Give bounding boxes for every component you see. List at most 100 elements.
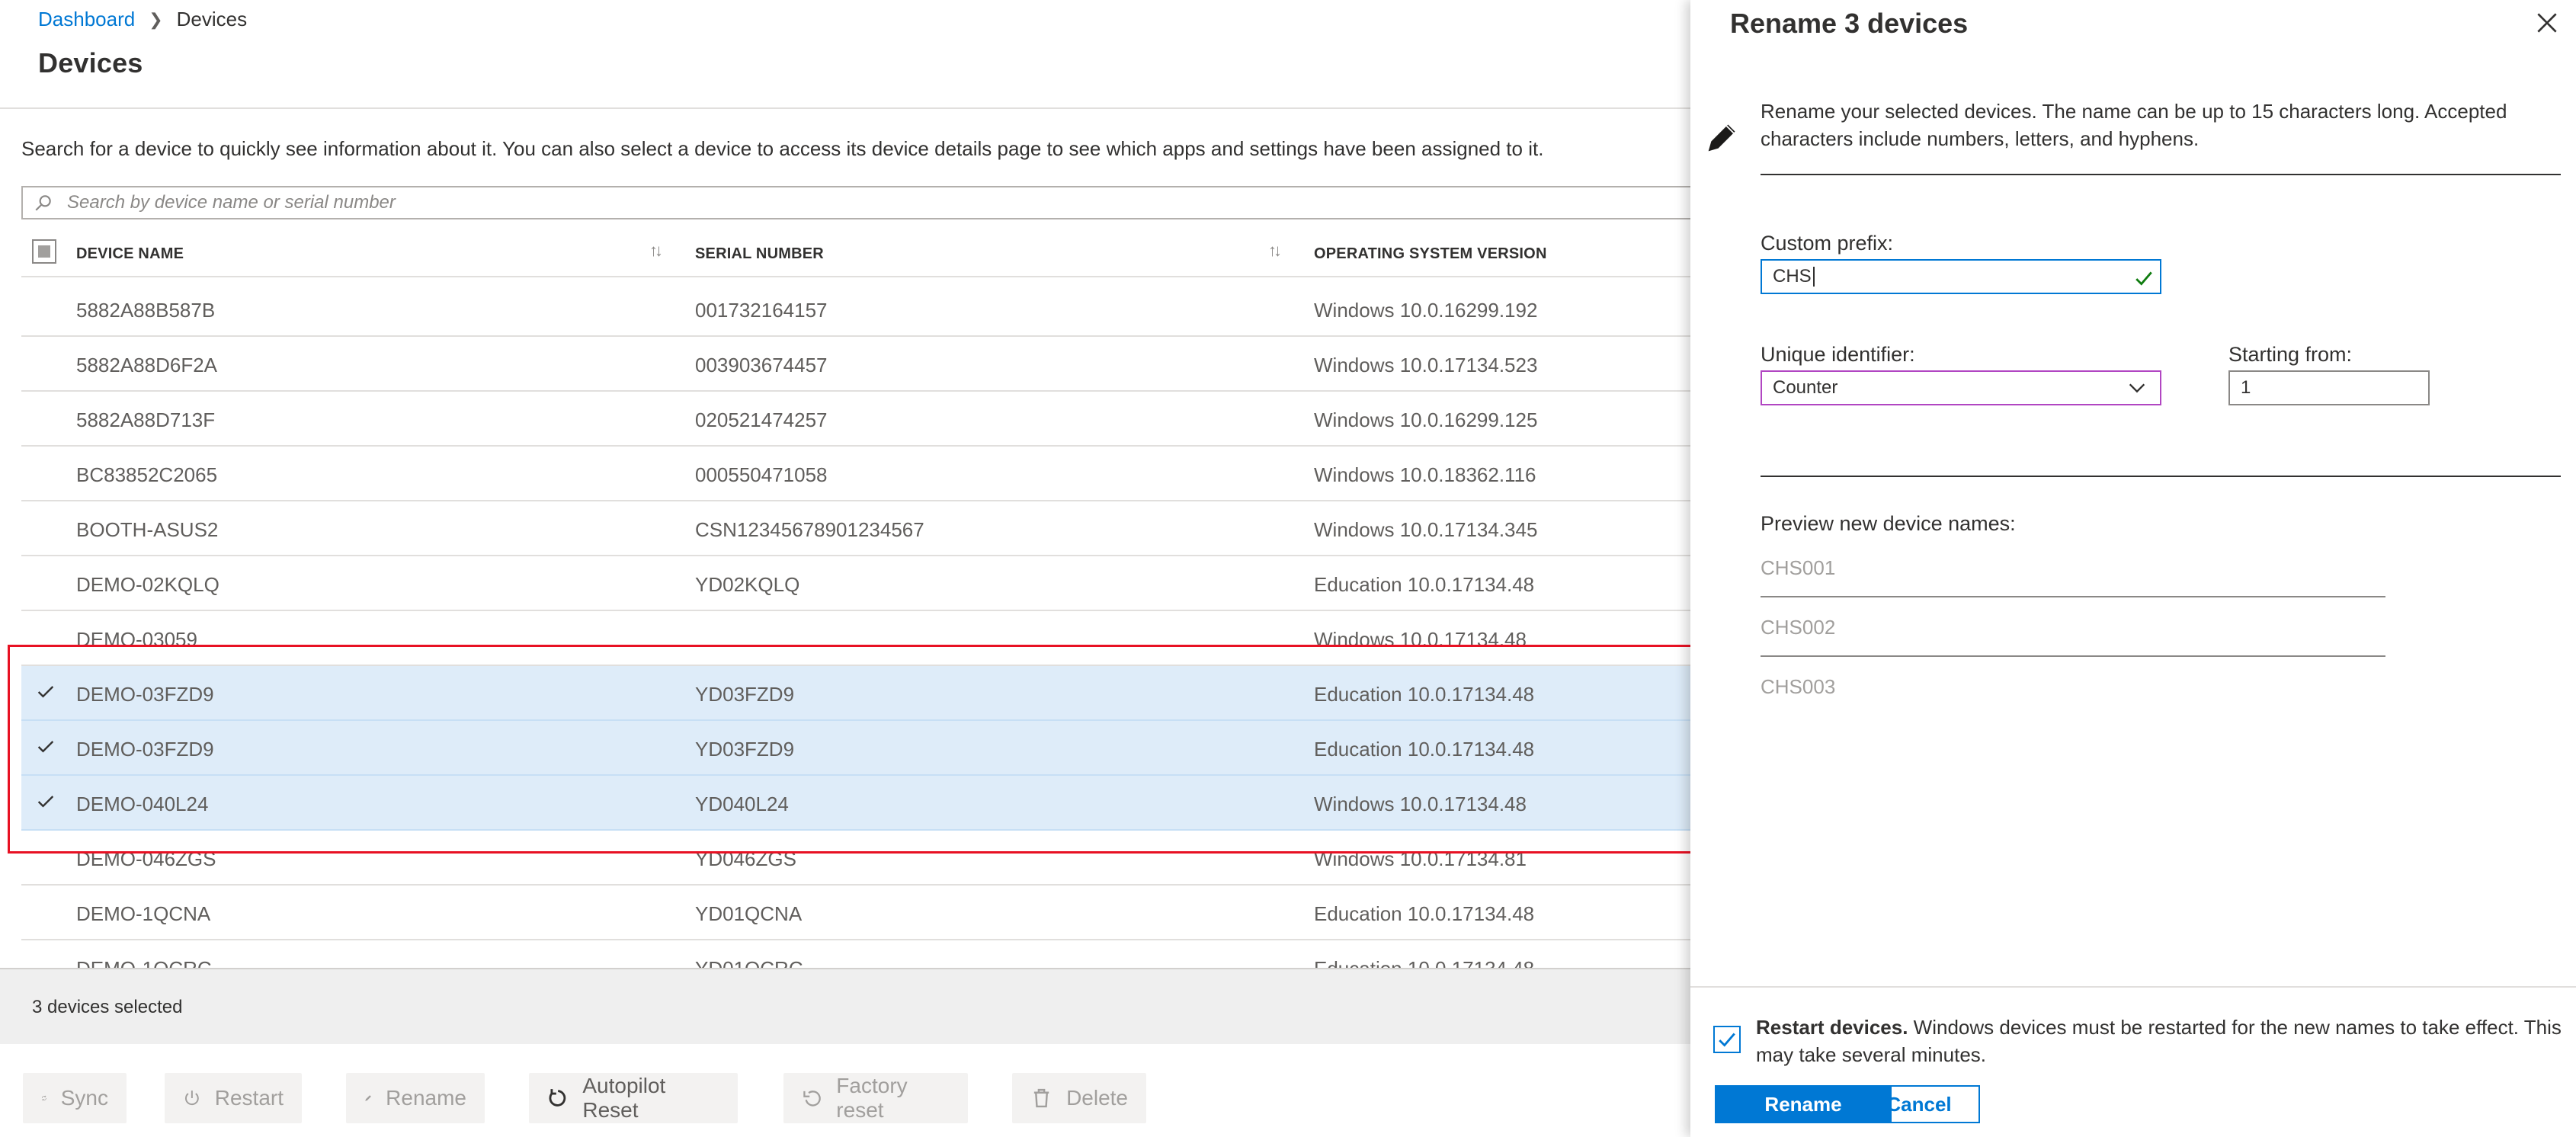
autopilot-reset-button[interactable]: Autopilot Reset [529,1073,738,1123]
preview-name: CHS001 [1761,556,1836,579]
os-version-cell: Windows 10.0.17134.345 [1314,518,1538,541]
restart-devices-text: Restart devices. Windows devices must be… [1756,1014,2564,1068]
os-version-cell: Windows 10.0.16299.125 [1314,408,1538,431]
restart-button[interactable]: Restart [165,1073,302,1123]
divider [1761,476,2561,477]
delete-button[interactable]: Delete [1012,1073,1146,1123]
rename-command-button[interactable]: Rename [346,1073,485,1123]
serial-number-cell: 003903674457 [695,354,828,376]
trash-icon [1033,1088,1049,1108]
os-version-cell: Windows 10.0.18362.116 [1314,463,1536,486]
starting-from-input[interactable]: 1 [2228,370,2430,405]
serial-number-cell: YD01QCNA [695,902,803,925]
device-name-cell[interactable]: 5882A88B587B [76,299,215,322]
starting-from-value: 1 [2241,377,2251,398]
search-input[interactable]: Search by device name or serial number [21,186,1690,219]
restart-label: Restart [214,1086,284,1110]
page-title: Devices [38,47,143,78]
selection-status-bar: 3 devices selected [0,968,1690,1044]
os-version-cell: Education 10.0.17134.48 [1314,957,1534,968]
checkmark-icon [1719,1033,1735,1047]
search-placeholder: Search by device name or serial number [67,192,396,213]
table-row[interactable]: 5882A88D6F2A 003903674457 Windows 10.0.171… [21,337,1690,392]
sort-icon[interactable]: ↑↓ [1268,241,1282,261]
device-name-cell[interactable]: 5882A88D713F [76,408,215,432]
column-header-serial-number[interactable]: SERIAL NUMBER [695,245,824,263]
unique-identifier-value: Counter [1773,377,1838,398]
starting-from-label: Starting from: [2228,343,2353,366]
power-icon [184,1091,199,1106]
serial-number-cell: 001732164157 [695,299,828,322]
table-row[interactable]: BC83852C2065 000550471058 Windows 10.0.183… [21,447,1690,501]
selection-count: 3 devices selected [32,997,183,1017]
custom-prefix-input[interactable]: CHS [1761,259,2161,294]
custom-prefix-label: Custom prefix: [1761,232,1894,255]
unique-identifier-select[interactable]: Counter [1761,370,2161,405]
device-name-cell[interactable]: DEMO-1QCNA [76,902,210,926]
serial-number-cell: YD01QCRC [695,957,803,968]
device-name-cell[interactable]: 5882A88D6F2A [76,354,217,377]
column-header-device-name[interactable]: DEVICE NAME [76,245,184,263]
delete-label: Delete [1066,1086,1128,1110]
command-bar: Sync Restart Rename Autopilot Reset Fact… [0,1044,1690,1137]
cancel-button[interactable]: Cancel [1858,1085,1980,1123]
preview-underline [1761,655,2385,657]
unique-identifier-label: Unique identifier: [1761,343,1915,366]
restart-devices-checkbox[interactable] [1713,1026,1741,1053]
footer-divider [1690,986,2576,988]
chevron-right-icon: ❯ [149,9,163,29]
autopilot-reset-label: Autopilot Reset [582,1074,666,1122]
sync-label: Sync [60,1086,108,1110]
preview-underline [1761,596,2385,597]
serial-number-cell: 020521474257 [695,408,828,431]
serial-number-cell: 000550471058 [695,463,828,486]
text-cursor [1812,267,1815,287]
app-root: Dashboard ❯ Devices Devices Search for a… [0,0,2576,1137]
os-version-cell: Windows 10.0.16299.192 [1314,299,1538,322]
page-description: Search for a device to quickly see infor… [21,137,1544,160]
table-row[interactable]: DEMO-1QCNA YD01QCNA Education 10.0.17134.4… [21,886,1690,940]
rename-label: Rename [386,1086,466,1110]
os-version-cell: Windows 10.0.17134.523 [1314,354,1538,376]
table-header: DEVICE NAME ↑↓ SERIAL NUMBER ↑↓ OPERATIN… [21,232,1690,277]
devices-blade: Dashboard ❯ Devices Devices Search for a… [0,0,1690,1137]
breadcrumb: Dashboard ❯ Devices [38,8,247,31]
rename-pane: Rename 3 devices Rename your selected de… [1690,0,2576,1137]
autopilot-reset-icon [549,1089,566,1107]
divider [1761,174,2561,175]
table-row[interactable]: DEMO-02KQLQ YD02KQLQ Education 10.0.17134.… [21,556,1690,611]
pane-description: Rename your selected devices. The name c… [1761,100,2507,150]
title-divider [0,107,1690,109]
table-row[interactable]: BOOTH-ASUS2 CSN12345678901234567 Windows 1… [21,501,1690,556]
select-all-checkbox[interactable] [32,239,56,264]
preview-name: CHS003 [1761,675,1836,698]
breadcrumb-current: Devices [176,8,248,30]
device-name-cell[interactable]: BOOTH-ASUS2 [76,518,218,542]
device-name-cell[interactable]: DEMO-1QCRC [76,957,212,968]
pane-title: Rename 3 devices [1730,8,1969,39]
column-header-os-version[interactable]: OPERATING SYSTEM VERSION [1314,245,1547,263]
sync-button[interactable]: Sync [23,1073,127,1123]
chevron-down-icon [2129,383,2145,393]
serial-number-cell: YD02KQLQ [695,573,800,596]
custom-prefix-value: CHS [1773,266,1812,287]
factory-reset-icon [803,1091,821,1107]
preview-name: CHS002 [1761,616,1836,639]
table-row[interactable]: 5882A88D713F 020521474257 Windows 10.0.162… [21,392,1690,447]
table-row[interactable]: 5882A88B587B 001732164157 Windows 10.0.162… [21,282,1690,337]
serial-number-cell: CSN12345678901234567 [695,518,924,541]
breadcrumb-dashboard-link[interactable]: Dashboard [38,8,135,31]
pencil-icon [365,1095,371,1101]
device-name-cell[interactable]: BC83852C2065 [76,463,217,487]
factory-reset-button[interactable]: Factory reset [783,1073,968,1123]
restart-devices-bold: Restart devices. [1756,1016,1908,1039]
device-name-cell[interactable]: DEMO-02KQLQ [76,573,219,597]
checkmark-icon [2135,271,2152,286]
close-icon[interactable] [2532,8,2562,38]
device-table-body: 5882A88B587B 001732164157 Windows 10.0.162… [21,282,1690,968]
search-icon [35,195,51,211]
sort-icon[interactable]: ↑↓ [649,241,663,261]
table-row[interactable]: DEMO-1QCRC YD01QCRC Education 10.0.17134.4… [21,940,1690,968]
os-version-cell: Education 10.0.17134.48 [1314,573,1535,596]
os-version-cell: Education 10.0.17134.48 [1314,902,1535,925]
